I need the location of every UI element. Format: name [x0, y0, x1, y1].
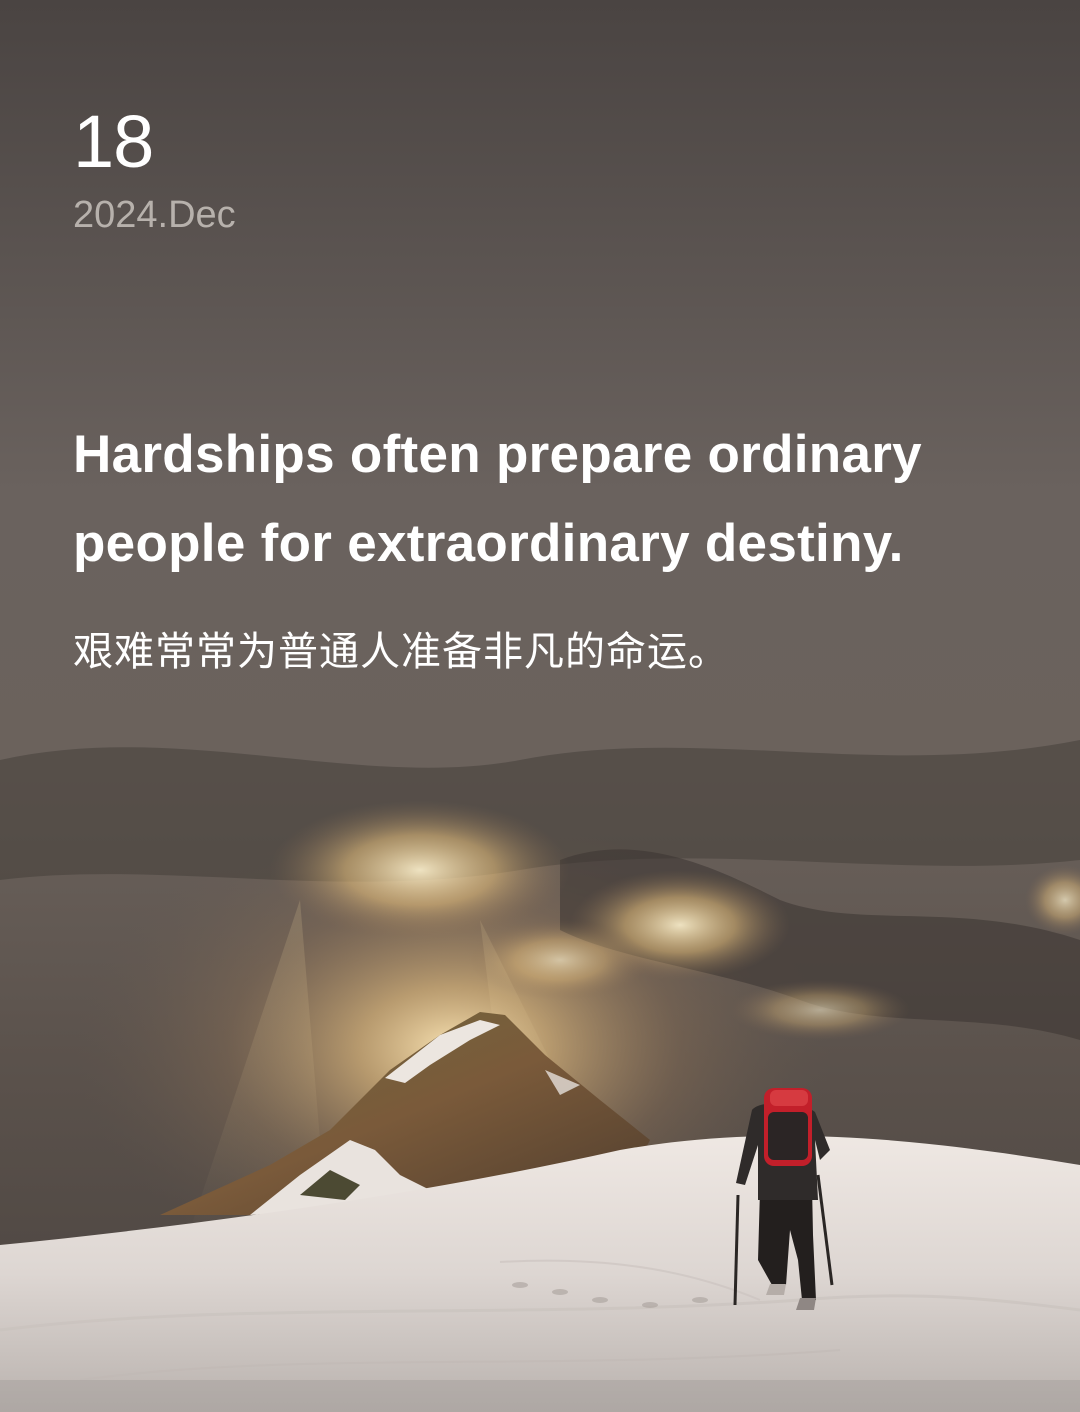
quote-card: 18 2024.Dec Hardships often prepare ordi…: [0, 0, 1080, 1412]
date-day: 18: [73, 100, 154, 183]
quote-english: Hardships often prepare ordinary people …: [73, 425, 922, 573]
quote-chinese: 艰难常常为普通人准备非凡的命运。: [73, 629, 729, 675]
date-month-year: 2024.Dec: [73, 194, 236, 236]
